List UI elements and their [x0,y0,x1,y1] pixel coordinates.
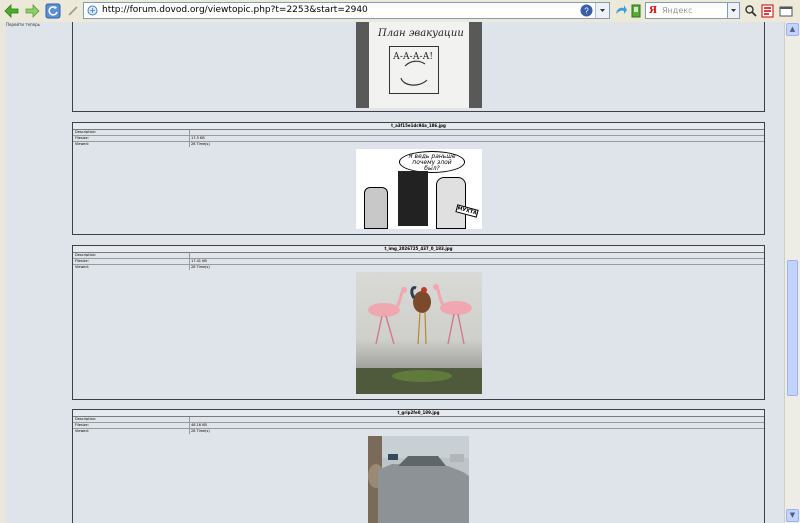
back-button[interactable] [4,2,20,20]
right-figure [436,177,466,229]
search-button[interactable] [744,2,758,20]
attachment-filename[interactable]: t_img_2026725_437_0_183.jpg [73,246,764,253]
viewed-row: Viewed: 28 Time(s) [75,142,210,147]
reload-button[interactable] [45,2,61,20]
viewed-row: Viewed: 28 Time(s) [75,429,210,434]
page-corner-label: Перейти теперь [6,22,41,27]
addon-button[interactable] [760,2,774,20]
back-arrow-icon [4,4,19,18]
attachment-block: t_a3f15e1dc94a_186.jpg Description: File… [72,122,765,235]
bookmark-icon [631,4,641,18]
forward-arrow-icon [25,4,40,18]
bookmark-button[interactable] [630,2,642,20]
go-button[interactable] [613,2,627,20]
help-icon[interactable]: ? [580,4,593,17]
flamingos-photo [356,284,482,394]
attachment-image[interactable] [356,272,482,394]
attachment-filename[interactable]: t_a3f15e1dc94a_186.jpg [73,123,764,130]
attachment-image[interactable] [368,436,469,523]
stop-button[interactable] [66,2,80,20]
url-dropdown-button[interactable] [595,3,609,18]
scroll-down-button[interactable]: ▼ [786,509,799,522]
magnifier-icon [745,5,757,17]
forward-button[interactable] [24,2,40,20]
viewed-row: Viewed: 28 Time(s) [75,265,210,270]
browser-toolbar: http://forum.dovod.org/viewtopic.php?t=2… [0,0,800,23]
speech-bubble-text: Я ведь раньше почему злой был? [408,153,456,172]
address-bar[interactable]: http://forum.dovod.org/viewtopic.php?t=2… [83,2,610,19]
fullscreen-button[interactable] [778,2,794,20]
go-arrow-icon [615,5,627,14]
attachment-image[interactable]: Я ведь раньше почему злой был? МУХТА [356,149,482,229]
search-dropdown-button[interactable] [727,2,740,19]
search-box[interactable]: Я Яндекс [645,2,740,19]
attachment-image[interactable]: План эвакуации А-А-А-А! [356,22,482,108]
search-placeholder: Яндекс [662,6,693,15]
scroll-up-button[interactable]: ▲ [786,23,799,36]
reload-icon [45,3,61,19]
stop-icon [68,6,78,16]
left-figure [364,187,388,229]
vertical-scrollbar[interactable]: ▲ ▼ [784,22,800,523]
addon-icon [761,4,773,18]
officer-figure [398,171,428,226]
forum-page: Перейти теперь План эвакуации А-А-А-А! t… [6,22,784,523]
svg-text:?: ? [584,7,589,16]
url-text: http://forum.dovod.org/viewtopic.php?t=2… [102,5,368,15]
window-icon [779,6,793,17]
chevron-down-icon [600,9,605,12]
car-photo [368,436,469,523]
yandex-icon: Я [649,4,657,16]
sign-title: План эвакуации [378,28,464,39]
chevron-down-icon [731,9,736,12]
attachment-block: t_img_2026725_437_0_183.jpg Description:… [72,245,765,400]
attachment-filename[interactable]: t_grip2fe0_189.jpg [73,410,764,417]
circular-arrows-icon [400,60,428,86]
page-icon [87,5,98,16]
attachment-block: t_grip2fe0_189.jpg Description: Filesize… [72,409,765,523]
scroll-thumb[interactable] [787,260,798,396]
attachment-block: План эвакуации А-А-А-А! [72,22,765,112]
